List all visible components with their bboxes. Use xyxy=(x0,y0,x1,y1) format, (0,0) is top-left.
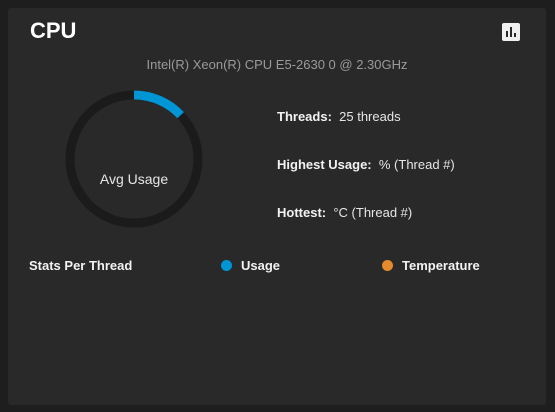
threads-value: 25 threads xyxy=(339,109,401,124)
legend-temperature-dot xyxy=(382,260,393,271)
legend-usage[interactable]: Usage xyxy=(221,258,280,273)
highest-usage-key: Highest Usage: xyxy=(277,157,372,172)
hottest-key: Hottest: xyxy=(277,205,327,220)
stat-highest-usage: Highest Usage: % (Thread #) xyxy=(277,157,455,172)
gauge-label: Avg Usage xyxy=(99,171,169,187)
gauge-fill xyxy=(133,90,184,119)
threads-key: Threads: xyxy=(277,109,332,124)
cpu-card: CPU Intel(R) Xeon(R) CPU E5-2630 0 @ 2.3… xyxy=(8,8,546,405)
legend-usage-label: Usage xyxy=(241,258,281,273)
cpu-model: Intel(R) Xeon(R) CPU E5-2630 0 @ 2.30GHz xyxy=(146,57,408,72)
stat-hottest: Hottest: °C (Thread #) xyxy=(277,205,412,220)
legend-usage-dot xyxy=(221,260,232,271)
legend-temperature-label: Temperature xyxy=(402,258,480,273)
stat-threads: Threads: 25 threads xyxy=(277,109,401,124)
legend-temperature[interactable]: Temperature xyxy=(382,258,480,273)
highest-usage-value: % (Thread #) xyxy=(378,157,455,172)
bar-chart-icon[interactable] xyxy=(502,23,520,41)
card-title: CPU xyxy=(30,18,77,43)
avg-usage-gauge xyxy=(65,90,203,228)
hottest-value: °C (Thread #) xyxy=(333,205,413,220)
stats-per-thread-title: Stats Per Thread xyxy=(29,258,133,273)
